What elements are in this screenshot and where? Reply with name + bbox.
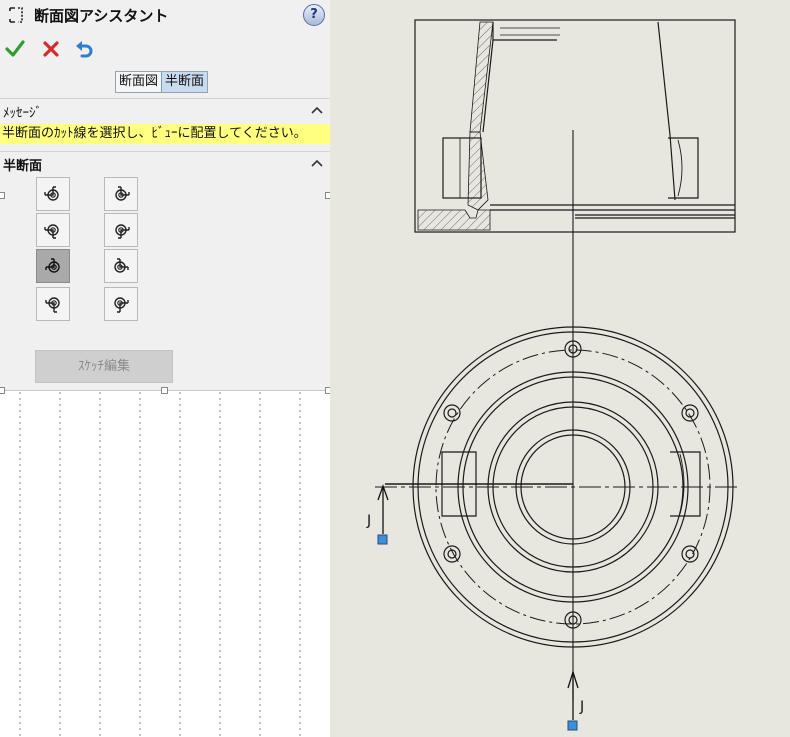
front-view: [414, 19, 736, 320]
half-section-section-header[interactable]: 半断面: [0, 151, 330, 174]
section-type-toggle: 断面図 半断面: [115, 71, 209, 93]
message-text: 半断面のｶｯﾄ線を選択し、ﾋﾞｭｰに配置してください。: [0, 124, 330, 144]
half-section-option-8-button[interactable]: [104, 287, 138, 321]
cad-drawing: [375, 19, 740, 731]
half-section-option-4-icon: [115, 224, 130, 239]
half-section-option-5-button[interactable]: [36, 249, 70, 283]
half-section-option-1-icon: [44, 186, 59, 201]
section-label-left: J: [367, 513, 372, 529]
view-handle-left[interactable]: [0, 192, 5, 199]
drawing-canvas[interactable]: J J: [330, 0, 790, 737]
half-section-title: 半断面: [3, 159, 43, 174]
panel-title-row: 断面図アシスタント ?: [0, 0, 330, 32]
cancel-x-icon[interactable]: [40, 38, 62, 60]
view-handle-bottom-left[interactable]: [0, 387, 5, 394]
accept-checkmark-icon[interactable]: [4, 38, 26, 60]
message-section-header[interactable]: ﾒｯｾｰｼﾞ: [0, 98, 330, 121]
section-arrow-left: [377, 484, 389, 545]
half-section-option-3-button[interactable]: [36, 213, 70, 247]
section-view-assist-panel: 断面図アシスタント ? 断面図 半断面 ﾒｯｾｰｼﾞ 半断面のｶｯﾄ線を選択し、…: [0, 0, 331, 391]
plan-view: [375, 320, 740, 700]
half-section-option-5-icon: [45, 258, 60, 273]
tab-section-view[interactable]: 断面図: [116, 72, 162, 92]
half-section-option-8-icon: [114, 297, 129, 313]
tab-half-section[interactable]: 半断面: [161, 72, 208, 92]
undo-icon[interactable]: [73, 38, 95, 60]
half-section-option-2-icon: [115, 186, 130, 201]
panel-title: 断面図アシスタント: [34, 7, 169, 25]
half-section-option-6-icon: [114, 258, 129, 273]
half-section-option-2-button[interactable]: [104, 177, 138, 211]
sketch-edit-button[interactable]: ｽｹｯﾁ編集: [35, 350, 173, 383]
view-handle-bottom-center[interactable]: [161, 387, 168, 394]
help-icon[interactable]: ?: [303, 4, 325, 26]
message-section-title: ﾒｯｾｰｼﾞ: [3, 106, 42, 121]
half-section-option-7-button[interactable]: [36, 287, 70, 321]
collapse-chevron-up-icon[interactable]: [310, 103, 324, 117]
collapse-chevron-up-icon[interactable]: [310, 156, 324, 170]
section-label-bottom: J: [580, 699, 585, 715]
half-section-option-1-button[interactable]: [36, 177, 70, 211]
section-arrow-bottom: [567, 669, 579, 731]
half-section-option-4-button[interactable]: [104, 213, 138, 247]
section-view-assist-icon: [9, 7, 23, 23]
half-section-option-7-icon: [45, 297, 60, 313]
half-section-option-3-icon: [44, 224, 59, 239]
half-section-option-6-button[interactable]: [104, 249, 138, 283]
